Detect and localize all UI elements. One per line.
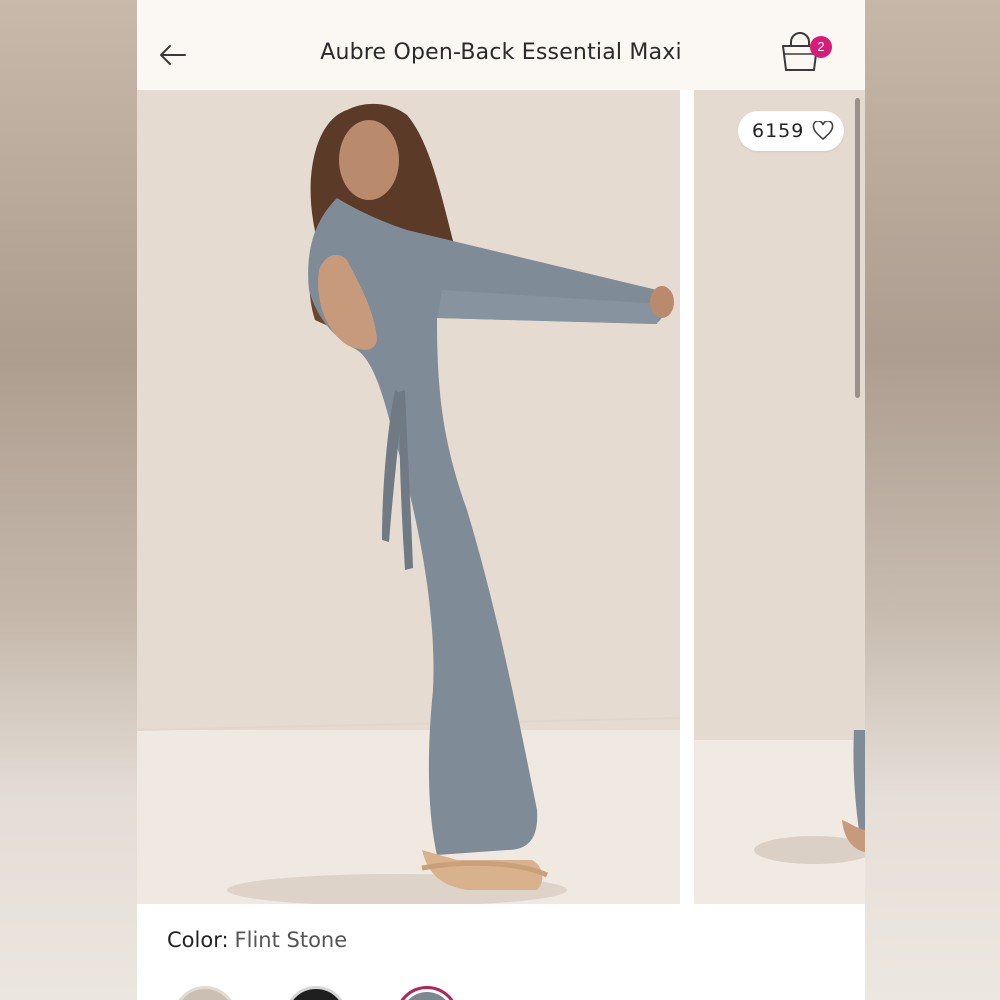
background-blur-left	[0, 0, 137, 1000]
cart-count-badge: 2	[810, 36, 832, 58]
background-blur-right	[865, 0, 1000, 1000]
swatch-black[interactable]	[284, 986, 348, 1000]
gallery-scrollbar[interactable]	[855, 98, 860, 398]
color-label: Color:	[167, 928, 229, 952]
selected-color-name: Flint Stone	[234, 928, 348, 952]
favorite-count: 6159	[752, 120, 805, 142]
product-photo-next[interactable]	[694, 90, 865, 904]
top-bar: Aubre Open-Back Essential Maxi 2	[137, 0, 865, 90]
product-photo-main[interactable]	[137, 90, 680, 904]
app-screen: Aubre Open-Back Essential Maxi 2 6159 Co…	[137, 0, 865, 1000]
heart-icon	[812, 121, 834, 141]
page-title: Aubre Open-Back Essential Maxi	[320, 40, 682, 65]
product-image-gallery[interactable]: 6159	[137, 90, 865, 904]
next-photo-preview-image	[694, 90, 865, 904]
swatch-flint-stone[interactable]	[395, 986, 459, 1000]
swatch-beige[interactable]	[173, 986, 237, 1000]
color-selection-label: Color: Flint Stone	[167, 928, 347, 952]
favorite-button[interactable]: 6159	[738, 111, 844, 151]
model-in-dress-image	[137, 90, 680, 904]
